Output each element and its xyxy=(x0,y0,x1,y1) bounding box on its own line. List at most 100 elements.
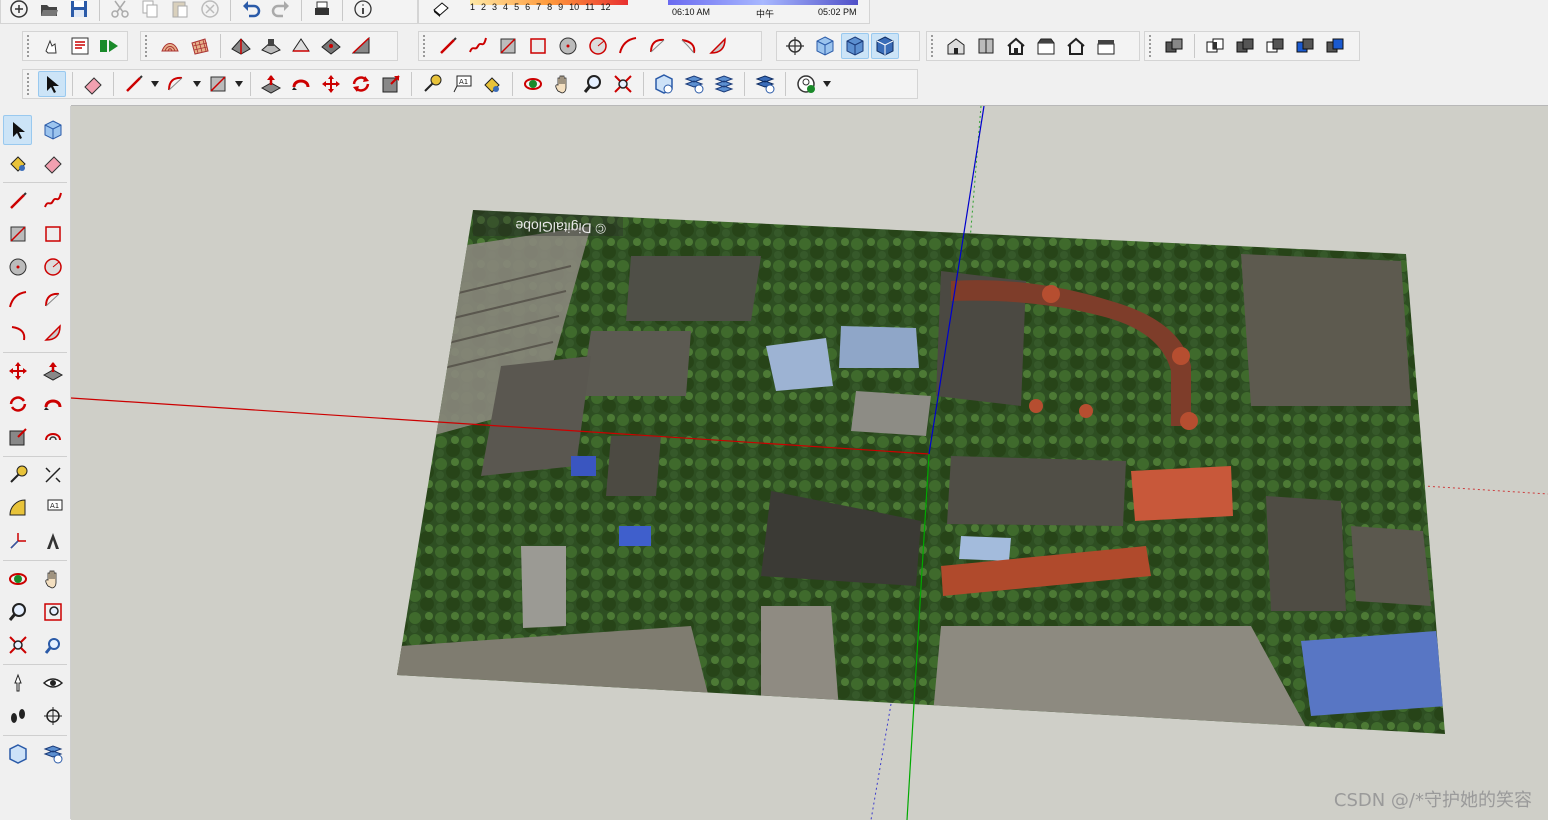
top-icon[interactable] xyxy=(972,33,1000,59)
smoove-icon[interactable] xyxy=(227,33,255,59)
2point-arc-icon[interactable] xyxy=(644,33,672,59)
chevron-down-icon[interactable] xyxy=(822,71,832,97)
trim-icon[interactable] xyxy=(1291,33,1319,59)
shaded-textures-icon[interactable] xyxy=(871,33,899,59)
look-around-icon[interactable] xyxy=(38,668,67,698)
follow-me-icon[interactable] xyxy=(38,389,67,419)
paste-icon[interactable] xyxy=(166,0,194,22)
orbit-icon[interactable] xyxy=(3,564,32,594)
satellite-image-plane[interactable] xyxy=(371,196,1471,756)
flip-edge-icon[interactable] xyxy=(347,33,375,59)
3point-arc-icon[interactable] xyxy=(674,33,702,59)
erase-selection-icon[interactable] xyxy=(196,0,224,22)
arc-icon[interactable] xyxy=(614,33,642,59)
circle-icon[interactable] xyxy=(3,252,32,282)
extension-manager-icon[interactable] xyxy=(751,71,779,97)
freehand-icon[interactable] xyxy=(38,186,67,216)
select-arrow-icon[interactable] xyxy=(38,71,66,97)
arc-icon[interactable] xyxy=(3,285,32,315)
position-camera-icon[interactable] xyxy=(3,668,32,698)
subtract-icon[interactable] xyxy=(1261,33,1289,59)
previous-view-icon[interactable] xyxy=(38,630,67,660)
offset-icon[interactable] xyxy=(38,422,67,452)
split-icon[interactable] xyxy=(1321,33,1349,59)
tape-measure-icon[interactable] xyxy=(3,460,32,490)
freehand-icon[interactable] xyxy=(464,33,492,59)
front-icon[interactable] xyxy=(1002,33,1030,59)
text-icon[interactable]: A1 xyxy=(38,493,67,523)
paint-bucket-icon[interactable] xyxy=(478,71,506,97)
play-export-icon[interactable] xyxy=(96,33,123,59)
zoom-icon[interactable] xyxy=(579,71,607,97)
extension-warehouse-icon[interactable] xyxy=(38,739,67,769)
3point-arc-icon[interactable] xyxy=(3,318,32,348)
stamp-icon[interactable] xyxy=(257,33,285,59)
warehouse-icon[interactable] xyxy=(650,71,678,97)
save-icon[interactable] xyxy=(65,0,93,22)
circle-icon[interactable] xyxy=(554,33,582,59)
left-icon[interactable] xyxy=(1092,33,1120,59)
xray-icon[interactable] xyxy=(811,33,839,59)
arc-tool-icon[interactable] xyxy=(162,71,190,97)
hand-pointer-icon[interactable] xyxy=(38,33,65,59)
zoom-extents-icon[interactable] xyxy=(609,71,637,97)
3d-text-icon[interactable] xyxy=(38,526,67,556)
zoom-window-icon[interactable] xyxy=(38,597,67,627)
follow-me-icon[interactable] xyxy=(287,71,315,97)
pie-icon[interactable] xyxy=(38,318,67,348)
pan-hand-icon[interactable] xyxy=(38,564,67,594)
warehouse-icon[interactable] xyxy=(3,739,32,769)
rotated-rectangle-icon[interactable] xyxy=(38,219,67,249)
open-icon[interactable] xyxy=(35,0,63,22)
rotate-icon[interactable] xyxy=(347,71,375,97)
sandbox-contours-icon[interactable] xyxy=(156,33,184,59)
orbit-crosshair-icon[interactable] xyxy=(781,33,809,59)
account-icon[interactable] xyxy=(792,71,820,97)
move-icon[interactable] xyxy=(3,356,32,386)
redo-icon[interactable] xyxy=(267,0,295,22)
zoom-extents-icon[interactable] xyxy=(3,630,32,660)
scale-icon[interactable] xyxy=(3,422,32,452)
line-icon[interactable] xyxy=(3,186,32,216)
cut-icon[interactable] xyxy=(106,0,134,22)
scale-icon[interactable] xyxy=(377,71,405,97)
undo-icon[interactable] xyxy=(237,0,265,22)
rectangle-icon[interactable] xyxy=(3,219,32,249)
zoom-icon[interactable] xyxy=(3,597,32,627)
copy-icon[interactable] xyxy=(136,0,164,22)
back-icon[interactable] xyxy=(1062,33,1090,59)
model-info-icon[interactable] xyxy=(349,0,377,22)
add-detail-icon[interactable] xyxy=(317,33,345,59)
pan-hand-icon[interactable] xyxy=(549,71,577,97)
axes-icon[interactable] xyxy=(3,526,32,556)
chevron-down-icon[interactable] xyxy=(150,71,160,97)
intersect-icon[interactable] xyxy=(1201,33,1229,59)
sandbox-scratch-icon[interactable] xyxy=(186,33,214,59)
pencil-icon[interactable] xyxy=(120,71,148,97)
share-model-icon[interactable] xyxy=(710,71,738,97)
shaded-icon[interactable] xyxy=(841,33,869,59)
chevron-down-icon[interactable] xyxy=(234,71,244,97)
protractor-icon[interactable] xyxy=(3,493,32,523)
extension-warehouse-icon[interactable] xyxy=(680,71,708,97)
dimension-icon[interactable] xyxy=(38,460,67,490)
pie-icon[interactable] xyxy=(704,33,732,59)
2point-arc-icon[interactable] xyxy=(38,285,67,315)
drape-icon[interactable] xyxy=(287,33,315,59)
polygon-icon[interactable] xyxy=(38,252,67,282)
paint-bucket-icon[interactable] xyxy=(3,148,32,178)
iso-icon[interactable] xyxy=(942,33,970,59)
report-icon[interactable] xyxy=(67,33,94,59)
move-icon[interactable] xyxy=(317,71,345,97)
eraser-icon[interactable] xyxy=(38,148,67,178)
rectangle-icon[interactable] xyxy=(494,33,522,59)
new-icon[interactable] xyxy=(5,0,33,22)
walk-icon[interactable] xyxy=(3,701,32,731)
eraser-icon[interactable] xyxy=(79,71,107,97)
time-slider[interactable] xyxy=(668,0,858,5)
union-icon[interactable] xyxy=(1231,33,1259,59)
push-pull-icon[interactable] xyxy=(257,71,285,97)
orbit-icon[interactable] xyxy=(519,71,547,97)
text-icon[interactable]: A1 xyxy=(448,71,476,97)
print-icon[interactable] xyxy=(308,0,336,22)
